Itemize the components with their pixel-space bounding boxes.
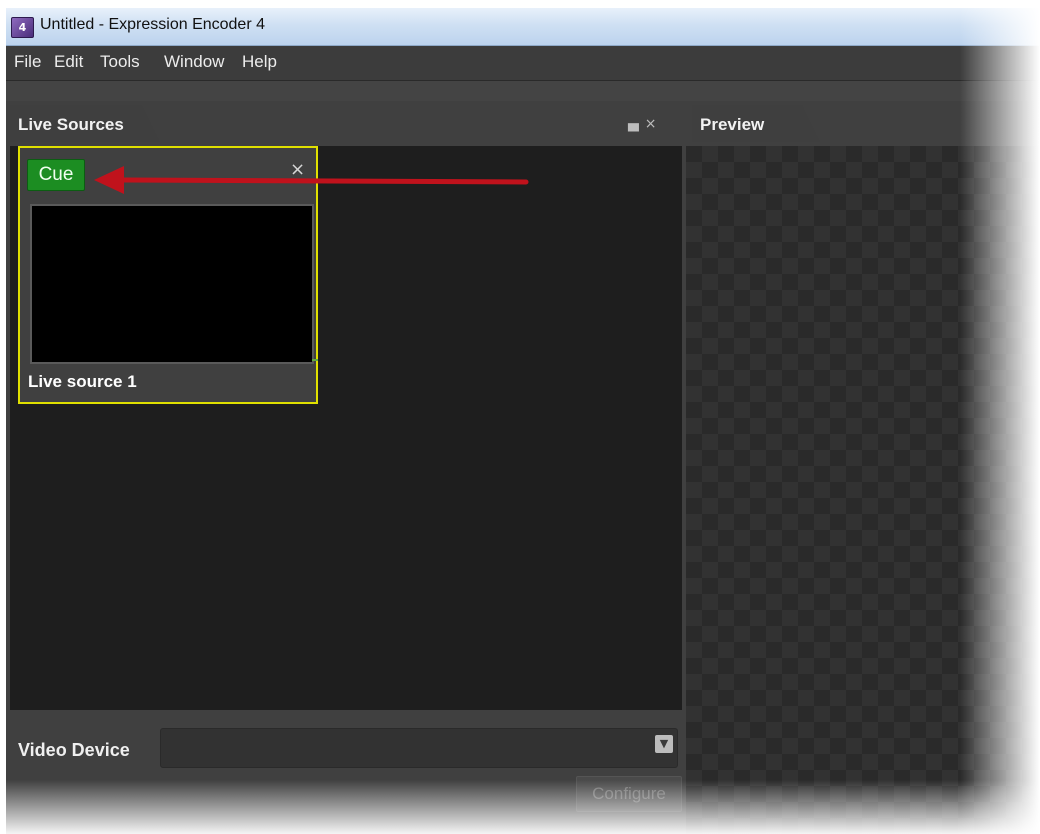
menu-window[interactable]: Window <box>164 52 224 72</box>
preview-canvas <box>686 146 1040 834</box>
device-settings: Video Device ▼ Configure <box>10 710 682 834</box>
app-icon: 4 <box>11 17 34 38</box>
live-sources-panel: Cue × Live source 1 <box>10 146 682 710</box>
configure-button[interactable]: Configure <box>576 776 682 812</box>
menu-file[interactable]: File <box>14 52 41 72</box>
menu-help[interactable]: Help <box>242 52 277 72</box>
close-icon[interactable]: × <box>645 116 663 132</box>
menu-bar: File Edit Tools Window Help <box>6 46 1040 81</box>
menu-edit[interactable]: Edit <box>54 52 83 72</box>
panel-divider <box>6 81 1040 101</box>
tab-live-sources-label: Live Sources <box>18 115 124 134</box>
application-window: 4 Untitled - Expression Encoder 4 File E… <box>6 8 1040 834</box>
chevron-down-icon[interactable]: ▼ <box>655 735 673 753</box>
card-close-icon[interactable]: × <box>290 159 305 180</box>
source-name: Live source 1 <box>28 372 137 391</box>
cue-button[interactable]: Cue <box>27 159 85 191</box>
title-bar: 4 Untitled - Expression Encoder 4 <box>6 8 1040 46</box>
live-source-card[interactable]: Cue × Live source 1 <box>18 146 318 404</box>
window-title: Untitled - Expression Encoder 4 <box>40 16 265 33</box>
video-device-label: Video Device <box>18 740 130 760</box>
video-device-select[interactable]: ▼ <box>160 728 678 768</box>
signal-indicator <box>312 359 318 361</box>
panel-controls: ▄× <box>628 116 663 132</box>
tab-preview-label: Preview <box>700 115 765 134</box>
pin-icon[interactable]: ▄ <box>628 116 645 132</box>
menu-tools[interactable]: Tools <box>100 52 140 72</box>
tab-live-sources[interactable]: Live Sources <box>10 105 160 142</box>
tab-preview[interactable]: Preview <box>692 105 820 142</box>
video-thumbnail <box>30 204 314 364</box>
